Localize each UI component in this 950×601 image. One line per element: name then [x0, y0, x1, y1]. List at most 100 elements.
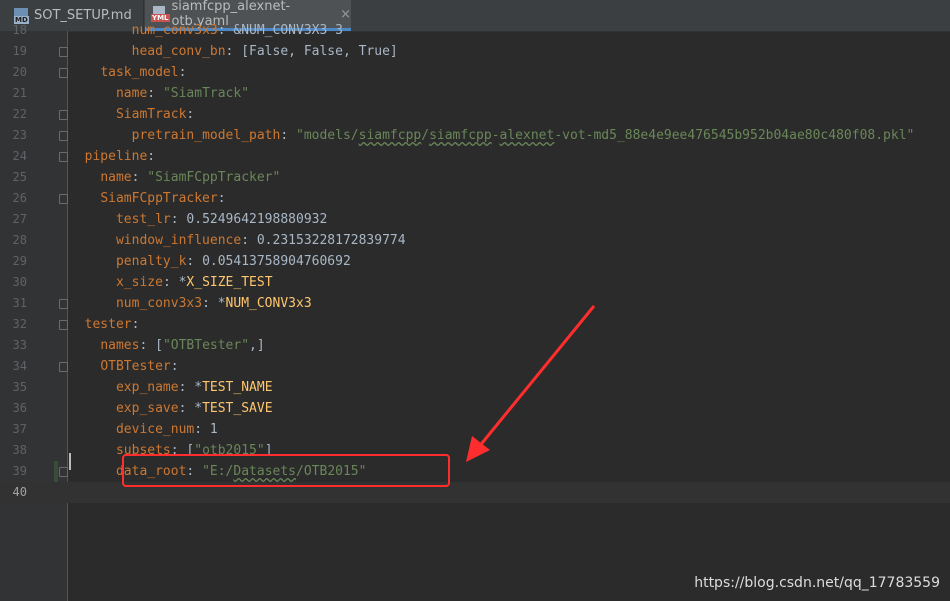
- code-text: names: ["OTBTester",]: [69, 335, 265, 356]
- fold-marker-icon[interactable]: [59, 467, 68, 477]
- code-token: "SiamTrack": [162, 86, 250, 101]
- code-text: name: "SiamTrack": [69, 83, 249, 104]
- fold-marker-icon[interactable]: [59, 47, 68, 57]
- code-text: SiamTrack:: [69, 104, 194, 125]
- code-text: name: "SiamFCppTracker": [69, 167, 280, 188]
- code-text: pretrain_model_path: "models/siamfcpp/si…: [69, 125, 915, 146]
- code-line[interactable]: 22 SiamTrack:: [0, 104, 950, 125]
- code-line[interactable]: 23 pretrain_model_path: "models/siamfcpp…: [0, 125, 950, 146]
- code-token: names: [100, 338, 140, 353]
- fold-marker-icon[interactable]: [59, 68, 68, 78]
- code-line[interactable]: 35 exp_name: *TEST_NAME: [0, 377, 950, 398]
- code-token: :: [147, 86, 163, 101]
- code-token: exp_name: [115, 380, 179, 395]
- line-number: 21: [12, 86, 27, 100]
- line-number: 40: [12, 485, 27, 499]
- change-marker: [54, 461, 58, 482]
- code-token: siamfcpp: [429, 128, 492, 143]
- line-number: 35: [12, 380, 27, 394]
- line-number: 20: [12, 65, 27, 79]
- code-token: : *: [178, 401, 203, 416]
- code-token: :: [178, 65, 187, 80]
- code-line[interactable]: 19 head_conv_bn: [False, False, True]: [0, 41, 950, 62]
- fold-marker-icon[interactable]: [59, 299, 68, 309]
- code-token: subsets: [115, 443, 171, 458]
- code-line[interactable]: 34 OTBTester:: [0, 356, 950, 377]
- line-number: 18: [12, 23, 27, 37]
- code-token: : [: [139, 338, 163, 353]
- code-token: /OTB2015": [296, 464, 367, 479]
- code-text: data_root: "E:/Datasets/OTB2015": [69, 461, 367, 482]
- code-line[interactable]: 25 name: "SiamFCppTracker": [0, 167, 950, 188]
- code-text: device_num: 1: [69, 419, 218, 440]
- code-token: : [: [170, 443, 195, 458]
- line-number: 39: [12, 464, 27, 478]
- code-line[interactable]: 21 name: "SiamTrack": [0, 83, 950, 104]
- code-line[interactable]: 18 num_conv3x3: &NUM_CONV3X3 3: [0, 20, 950, 41]
- code-token: :: [131, 170, 148, 185]
- code-text: x_size: *X_SIZE_TEST: [69, 272, 273, 293]
- line-number: 30: [12, 275, 27, 289]
- code-token: : 1: [194, 422, 218, 437]
- code-token: task_model: [100, 65, 179, 80]
- fold-marker-icon[interactable]: [59, 152, 68, 162]
- line-number: 25: [12, 170, 27, 184]
- line-number: 23: [12, 128, 27, 142]
- line-number: 34: [12, 359, 27, 373]
- fold-marker-icon[interactable]: [59, 362, 68, 372]
- line-number: 31: [12, 296, 27, 310]
- code-line[interactable]: 26 SiamFCppTracker:: [0, 188, 950, 209]
- code-line[interactable]: 20 task_model:: [0, 62, 950, 83]
- code-line[interactable]: 29 penalty_k: 0.05413758904760692: [0, 251, 950, 272]
- code-token: :: [131, 317, 140, 332]
- code-token: -: [491, 128, 500, 143]
- fold-marker-icon[interactable]: [59, 110, 68, 120]
- code-token: ,]: [249, 338, 265, 353]
- fold-marker-icon[interactable]: [59, 131, 68, 141]
- code-line[interactable]: 37 device_num: 1: [0, 419, 950, 440]
- code-line[interactable]: 30 x_size: *X_SIZE_TEST: [0, 272, 950, 293]
- code-line[interactable]: 38 subsets: ["otb2015"]: [0, 440, 950, 461]
- line-number: 19: [12, 44, 27, 58]
- fold-marker-icon[interactable]: [59, 194, 68, 204]
- code-line[interactable]: 24 pipeline:: [0, 146, 950, 167]
- code-token: window_influence: [115, 233, 242, 248]
- code-line[interactable]: 28 window_influence: 0.23153228172839774: [0, 230, 950, 251]
- code-line[interactable]: 32 tester:: [0, 314, 950, 335]
- code-token: data_root: [115, 464, 187, 479]
- code-token: name: [115, 86, 148, 101]
- code-line[interactable]: 36 exp_save: *TEST_SAVE: [0, 398, 950, 419]
- line-number: 26: [12, 191, 27, 205]
- code-line[interactable]: 39 data_root: "E:/Datasets/OTB2015": [0, 461, 950, 482]
- code-token: test_lr: [115, 212, 171, 227]
- code-text: num_conv3x3: *NUM_CONV3x3: [69, 293, 312, 314]
- code-token: :: [280, 128, 296, 143]
- code-token: :: [186, 107, 195, 122]
- code-token: : *: [162, 275, 187, 290]
- code-token: :: [170, 359, 179, 374]
- code-line[interactable]: 27 test_lr: 0.5249642198880932: [0, 209, 950, 230]
- code-token: num_conv3x3: [115, 296, 203, 311]
- code-text: exp_save: *TEST_SAVE: [69, 398, 273, 419]
- code-line[interactable]: 31 num_conv3x3: *NUM_CONV3x3: [0, 293, 950, 314]
- code-token: "otb2015": [194, 443, 265, 458]
- code-text: subsets: ["otb2015"]: [69, 440, 273, 461]
- code-token: SiamFCppTracker: [100, 191, 218, 206]
- code-token: "E:/: [202, 464, 234, 479]
- fold-marker-icon[interactable]: [59, 320, 68, 330]
- code-line[interactable]: 33 names: ["OTBTester",]: [0, 335, 950, 356]
- code-line[interactable]: 40: [0, 482, 950, 503]
- code-text: window_influence: 0.23153228172839774: [69, 230, 406, 251]
